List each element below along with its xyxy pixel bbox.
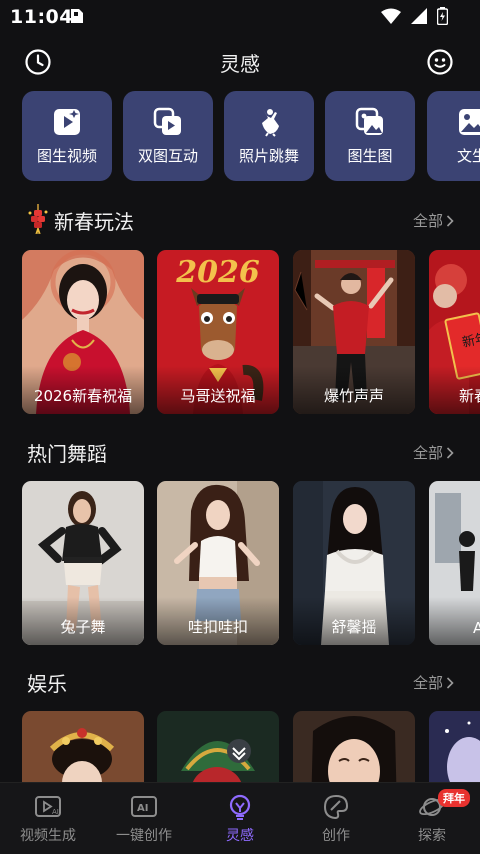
card-bunny-dance[interactable]: 兔子舞: [22, 481, 144, 645]
page-title: 灵感: [220, 52, 260, 76]
nav-label: 一键创作: [116, 828, 172, 844]
card-label: A: [473, 619, 480, 637]
nav-label: 探索: [418, 828, 446, 844]
tool-dual-image[interactable]: 双图互动: [123, 91, 213, 181]
card-label: 马哥送祝福: [180, 387, 256, 405]
play-square-icon: [54, 109, 80, 135]
status-bar: 11:04: [0, 0, 480, 34]
section-title: 热门舞蹈: [27, 442, 107, 466]
see-all-link[interactable]: 全部: [413, 442, 454, 463]
card-firecrackers[interactable]: 爆竹声声: [293, 250, 415, 414]
images-icon: [355, 107, 383, 135]
card-label: 哇扣哇扣: [187, 618, 248, 636]
card-thumbnail: [429, 711, 480, 783]
section-header-new-year: 新春玩法 全部: [0, 204, 480, 236]
card-label: 2026新春祝福: [33, 387, 133, 405]
card-entertainment-3[interactable]: [293, 711, 415, 783]
lightbulb-icon: [229, 794, 251, 820]
card-entertainment-1[interactable]: [22, 711, 144, 783]
signal-icon: [411, 8, 427, 24]
ai-box-icon: AI: [131, 796, 157, 817]
copy-play-icon: [153, 107, 181, 135]
card-thumbnail: [157, 711, 279, 783]
nav-create[interactable]: 创作: [288, 793, 384, 851]
card-label: 舒馨摇: [331, 618, 377, 636]
card-label: 兔子舞: [60, 618, 106, 636]
card-banner-text: 2026: [175, 255, 260, 290]
card-entertainment-4[interactable]: [429, 711, 480, 783]
image-icon: [459, 109, 480, 135]
tool-image-to-video[interactable]: 图生视频: [22, 91, 112, 181]
smiley-face-icon[interactable]: [426, 48, 454, 76]
firecracker-icon: [28, 204, 48, 234]
video-ai-icon: AI: [35, 796, 61, 817]
tool-label: 照片跳舞: [238, 147, 299, 165]
nav-video-generate[interactable]: AI 视频生成: [0, 793, 96, 851]
svg-text:AI: AI: [137, 803, 148, 814]
card-entertainment-2[interactable]: [157, 711, 279, 783]
battery-icon: [437, 7, 448, 25]
sim-notification-icon: [71, 9, 83, 23]
card-row-hot-dance: 兔子舞 哇扣哇扣 舒馨摇 A: [0, 481, 480, 647]
card-thumbnail: [293, 711, 415, 783]
nav-label: 灵感: [226, 828, 254, 844]
tool-label: 图生视频: [36, 147, 97, 165]
card-horse-blessing[interactable]: 2026 马哥送祝福: [157, 250, 279, 414]
tool-image-to-image[interactable]: 图生图: [325, 91, 415, 181]
nav-label: 视频生成: [20, 828, 76, 844]
card-shuxin-dance[interactable]: 舒馨摇: [293, 481, 415, 645]
tool-label: 双图互动: [137, 147, 198, 165]
dancer-icon: [262, 109, 279, 137]
section-header-hot-dance: 热门舞蹈 全部: [0, 438, 480, 468]
tool-text-to-image[interactable]: 文生: [427, 91, 480, 181]
status-icons: [381, 7, 448, 25]
status-time: 11:04: [10, 6, 73, 28]
card-new-year-partial[interactable]: 新年快 新春: [429, 250, 480, 414]
card-row-new-year: 2026新春祝福 2026 马哥送祝福 爆竹声声 新年快 新: [0, 250, 480, 416]
tool-label: 图生图: [347, 147, 393, 165]
chevron-right-icon: [446, 214, 454, 227]
card-label: 新春: [459, 387, 480, 405]
quick-tools-row: 图生视频 双图互动 照片跳舞 图生图 文生: [0, 91, 480, 183]
section-title: 新春玩法: [54, 210, 134, 234]
see-all-label: 全部: [412, 444, 443, 462]
nav-one-click-create[interactable]: AI 一键创作: [96, 793, 192, 851]
svg-text:AI: AI: [52, 808, 59, 816]
see-all-label: 全部: [412, 212, 443, 230]
card-new-year-blessing[interactable]: 2026新春祝福: [22, 250, 144, 414]
top-bar: 灵感: [0, 42, 480, 82]
nav-label: 创作: [322, 828, 350, 844]
card-row-entertainment: [0, 711, 480, 783]
palette-icon: [323, 794, 349, 820]
tool-photo-dance[interactable]: 照片跳舞: [224, 91, 314, 181]
chevron-right-icon: [446, 446, 454, 459]
card-thumbnail: [22, 711, 144, 783]
nav-badge: 拜年: [438, 789, 470, 807]
card-label: 爆竹声声: [323, 387, 384, 405]
card-dance-partial[interactable]: A: [429, 481, 480, 645]
section-title: 娱乐: [27, 672, 67, 696]
see-all-link[interactable]: 全部: [413, 672, 454, 693]
card-wakou-dance[interactable]: 哇扣哇扣: [157, 481, 279, 645]
wifi-icon: [381, 8, 401, 24]
section-header-entertainment: 娱乐 全部: [0, 668, 480, 698]
chevron-right-icon: [446, 676, 454, 689]
bottom-nav: AI 视频生成 AI 一键创作 灵感 创作 拜年 探索: [0, 782, 480, 854]
tool-label: 文生: [456, 147, 480, 165]
nav-explore[interactable]: 拜年 探索: [384, 789, 480, 851]
nav-inspiration[interactable]: 灵感: [192, 793, 288, 851]
see-all-link[interactable]: 全部: [413, 210, 454, 231]
see-all-label: 全部: [412, 674, 443, 692]
